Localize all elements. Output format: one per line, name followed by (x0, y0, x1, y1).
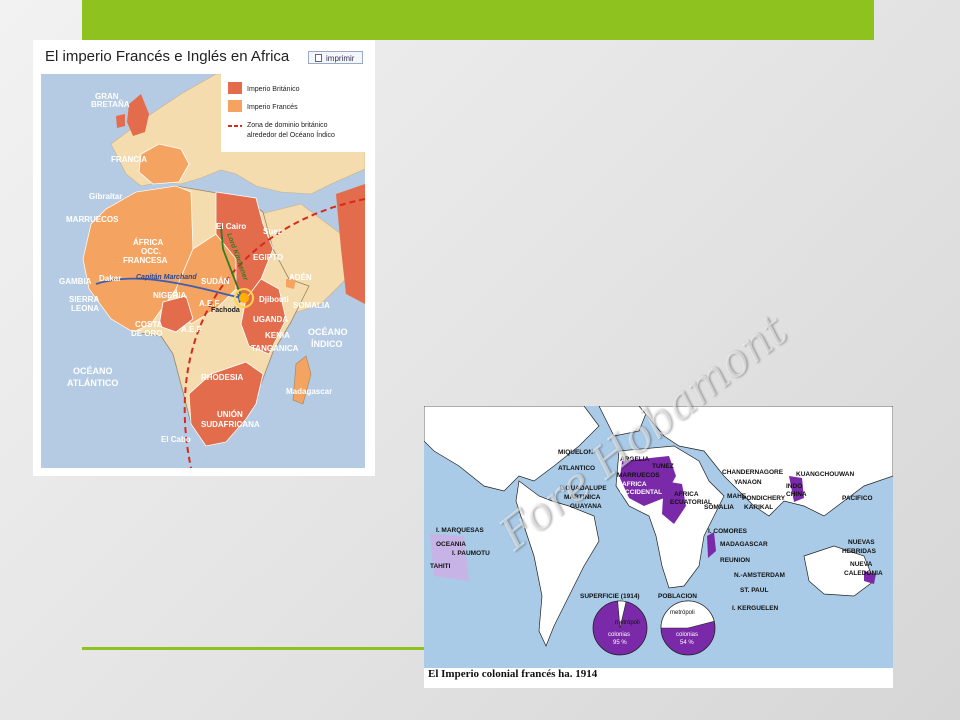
legend-label-french: Imperio Francés (247, 104, 298, 111)
label-superficie: SUPERFICIE (1914) (580, 593, 640, 600)
label-hebridas: HEBRIDAS (842, 548, 877, 555)
label-somalia: SOMALIA (293, 301, 330, 310)
legend-label-zone: Zona de dominio británico (247, 122, 328, 129)
label-djibouti: Djibouti (259, 295, 289, 304)
label-oceano-atlantico-1: OCÉANO (73, 366, 113, 376)
africa-empires-map: El imperio Francés e Inglés en Africa im… (33, 40, 375, 476)
ireland (116, 114, 125, 128)
label-aden: ADÉN (289, 273, 312, 282)
label-leona: LEONA (71, 304, 99, 313)
label-occidental: OCCIDENTAL (620, 489, 662, 496)
label-union: UNIÓN (217, 410, 243, 419)
label-kenia: KENIA (265, 331, 290, 340)
label-marruecos: MARRUECOS (66, 215, 119, 224)
label-miquelon: MIQUELON (558, 449, 593, 456)
label-francesa: FRANCESA (123, 256, 168, 265)
label-africa: ÁFRICA (133, 238, 163, 247)
label-costa: COSTA (135, 320, 163, 329)
map-caption: El Imperio colonial francés ha. 1914 (428, 668, 598, 680)
pie2-metropoli-label: metrópoli (670, 610, 695, 616)
label-dakar: Dakar (99, 274, 121, 283)
legend-swatch-french (228, 100, 242, 112)
label-poblacion: POBLACION (658, 593, 697, 600)
label-reunion: REUNION (720, 557, 750, 564)
label-africa-ec: AFRICA (674, 491, 699, 498)
label-madagascar: MADAGASCAR (720, 541, 768, 548)
label-sudafricana: SUDAFRICANA (201, 420, 260, 429)
label-guayana: GUAYANA (570, 503, 602, 510)
label-st-paul: ST. PAUL (740, 587, 768, 594)
label-tanganica: TANGANICA (251, 344, 299, 353)
label-madagascar: Madagascar (286, 387, 332, 396)
print-button[interactable]: imprimir (308, 51, 363, 64)
label-marruecos: MARRUECOS (617, 472, 660, 479)
label-sierra: SIERRA (69, 295, 99, 304)
world-map-svg: MIQUELON ATLANTICO I. GUADALUPE MARTINIC… (424, 406, 893, 668)
label-amsterdam: N.-AMSTERDAM (734, 572, 785, 579)
pie2-pct: 54 % (680, 640, 694, 646)
label-tunez: TUNEZ (652, 463, 674, 470)
map-title: El imperio Francés e Inglés en Africa (45, 48, 290, 65)
label-indo: INDO (786, 483, 802, 490)
label-francia: FRANCIA (111, 155, 147, 164)
label-africa-occ: AFRICA (622, 481, 647, 488)
print-label: imprimir (326, 54, 355, 63)
header-accent-bar (82, 0, 874, 40)
label-sudan: SUDÁN (201, 277, 230, 286)
label-fachoda: Fachoda (211, 307, 240, 314)
legend-label-zone-2: alrededor del Océano Índico (247, 130, 335, 139)
label-el-cairo: El Cairo (216, 222, 246, 231)
label-yanaon: YANAON (734, 479, 762, 486)
legend-label-british: Imperio Británico (247, 86, 300, 93)
label-guadalupe: I. GUADALUPE (560, 485, 607, 492)
label-caledonia: CALEDONIA (844, 570, 883, 577)
label-gambia: GAMBIA (59, 277, 92, 286)
label-paumotu: I. PAUMOTU (452, 550, 490, 557)
label-chandernagore: CHANDERNAGORE (722, 469, 784, 476)
pie-superficie (592, 600, 648, 656)
label-el-cabo: El Cabo (161, 435, 191, 444)
label-comores: I. COMORES (708, 528, 748, 535)
pie2-colonias-label: colonias (676, 632, 698, 638)
pie1-colonias-label: colonias (608, 632, 630, 638)
label-aef2: A.E.F (181, 325, 202, 334)
label-oceania: OCEANIA (436, 541, 466, 548)
footer-accent-line (82, 647, 427, 650)
label-occ: OCC. (141, 247, 161, 256)
label-gibraltar: Gibraltar (89, 192, 122, 201)
label-capitan-marchand: Capitán Marchand (136, 274, 197, 281)
label-karikal: KARIKAL (744, 504, 773, 511)
label-bretana: BRETAÑA (91, 100, 130, 109)
label-nuevas: NUEVAS (848, 539, 875, 546)
label-egipto: EGIPTO (253, 253, 283, 262)
label-tahiti: TAHITI (430, 563, 451, 570)
pie1-pct: 95 % (613, 640, 627, 646)
label-martinica: MARTINICA (564, 494, 601, 501)
africa-map-svg: Imperio Británico Imperio Francés Zona d… (41, 74, 365, 468)
label-nueva: NUEVA (850, 561, 873, 568)
label-somalia: SOMALIA (704, 504, 734, 511)
label-kerguelen: I. KERGUELEN (732, 605, 779, 612)
label-oceano-atlantico-2: ATLÁNTICO (67, 378, 118, 388)
label-kuangchouwan: KUANGCHOUWAN (796, 471, 854, 478)
label-argelia: ARGELIA (620, 456, 650, 463)
legend-swatch-british (228, 82, 242, 94)
label-marquesas: I. MARQUESAS (436, 527, 484, 534)
label-oceano-indico-1: OCÉANO (308, 327, 348, 337)
label-pacifico: PACIFICO (842, 495, 873, 502)
fachoda-marker (239, 293, 249, 303)
label-nigeria: NIGERIA (153, 291, 187, 300)
print-icon (315, 54, 322, 62)
label-de-oro: DE ORO (131, 329, 163, 338)
label-china: CHINA (786, 491, 807, 498)
label-suez: Suez (263, 227, 282, 236)
pie1-metropoli-label: metrópoli (615, 620, 640, 626)
label-pondichery: PONDICHERY (742, 495, 786, 502)
label-rhodesia: RHODESIA (201, 373, 243, 382)
french-colonial-empire-map: MIQUELON ATLANTICO I. GUADALUPE MARTINIC… (424, 406, 893, 688)
label-oceano-indico-2: ÍNDICO (311, 339, 343, 349)
label-atlantico: ATLANTICO (558, 465, 595, 472)
label-uganda: UGANDA (253, 315, 288, 324)
